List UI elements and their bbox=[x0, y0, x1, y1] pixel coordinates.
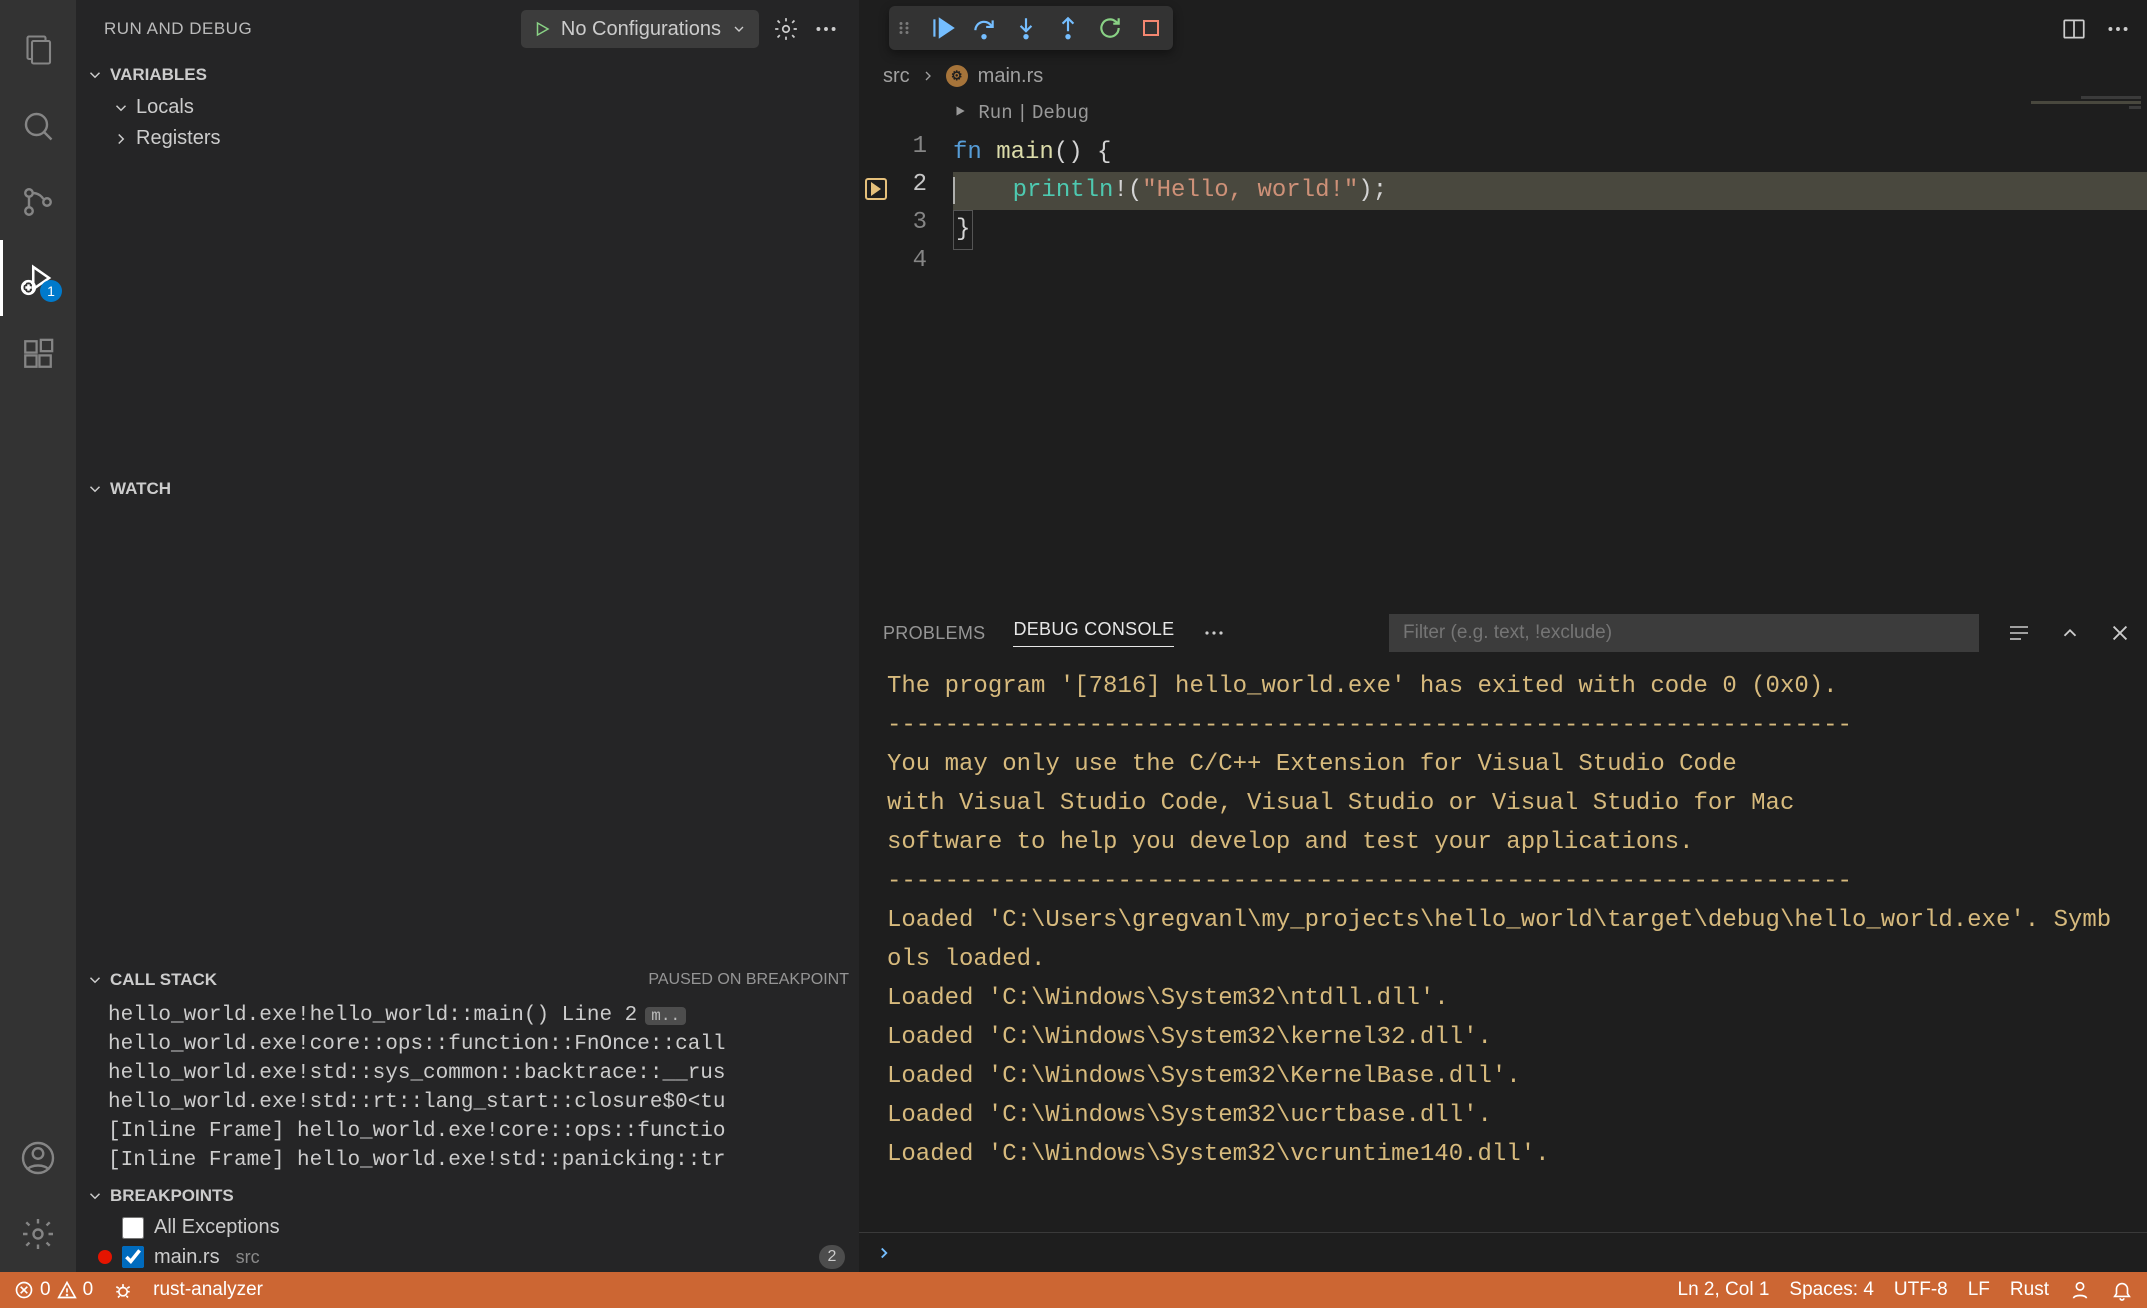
settings-gear-icon[interactable] bbox=[0, 1196, 76, 1272]
all-exceptions-checkbox[interactable] bbox=[122, 1217, 144, 1239]
status-language[interactable]: Rust bbox=[2010, 1279, 2049, 1301]
chevron-up-icon[interactable] bbox=[2059, 622, 2081, 644]
sidebar-title: RUN AND DEBUG bbox=[104, 19, 252, 39]
debug-badge: 1 bbox=[40, 280, 62, 302]
chevron-down-icon bbox=[731, 21, 747, 37]
stop-button[interactable] bbox=[1139, 16, 1163, 40]
accounts-icon[interactable] bbox=[0, 1120, 76, 1196]
variables-registers[interactable]: Registers bbox=[76, 123, 859, 154]
word-wrap-icon[interactable] bbox=[2007, 621, 2031, 645]
drag-grip-icon[interactable] bbox=[895, 16, 913, 40]
code-line[interactable]: fn main() { bbox=[953, 134, 2147, 172]
current-execution-icon bbox=[865, 178, 887, 200]
callstack-frame[interactable]: [Inline Frame] hello_world.exe!core::ops… bbox=[76, 1117, 859, 1146]
console-filter-input[interactable] bbox=[1389, 614, 1979, 652]
debug-toolbar[interactable] bbox=[889, 6, 1173, 50]
split-editor-icon[interactable] bbox=[2061, 16, 2087, 42]
source-control-icon[interactable] bbox=[0, 164, 76, 240]
step-into-button[interactable] bbox=[1013, 15, 1039, 41]
explorer-icon[interactable] bbox=[0, 12, 76, 88]
line-numbers: 1 2 3 4 bbox=[893, 94, 953, 606]
debug-console-input[interactable] bbox=[859, 1232, 2147, 1272]
editor-group: src ⚙ main.rs 1 2 3 4 Run|Debug bbox=[859, 0, 2147, 1272]
callstack-list: hello_world.exe!hello_world::main() Line… bbox=[76, 997, 859, 1179]
code-line-current[interactable]: println!("Hello, world!"); bbox=[953, 172, 2147, 210]
variables-section-header[interactable]: VARIABLES bbox=[76, 58, 859, 92]
close-panel-icon[interactable] bbox=[2109, 622, 2131, 644]
callstack-frame[interactable]: hello_world.exe!std::rt::lang_start::clo… bbox=[76, 1088, 859, 1117]
watch-section-header[interactable]: WATCH bbox=[76, 472, 859, 506]
status-eol[interactable]: LF bbox=[1968, 1279, 1990, 1301]
bottom-panel: PROBLEMS DEBUG CONSOLE The program '[781… bbox=[859, 606, 2147, 1272]
callstack-frame[interactable]: [Inline Frame] hello_world.exe!std::pani… bbox=[76, 1146, 859, 1175]
status-errors[interactable]: 0 0 bbox=[14, 1279, 93, 1301]
editor-more-icon[interactable] bbox=[2105, 16, 2131, 42]
tab-debug-console[interactable]: DEBUG CONSOLE bbox=[1013, 619, 1174, 647]
breakpoint-line-badge: 2 bbox=[819, 1245, 845, 1269]
breakpoint-item[interactable]: main.rs src 2 bbox=[76, 1242, 859, 1272]
debug-config-dropdown[interactable]: No Configurations bbox=[521, 10, 759, 48]
run-debug-sidebar: RUN AND DEBUG No Configurations VARIABLE… bbox=[76, 0, 859, 1272]
callstack-frame[interactable]: hello_world.exe!core::ops::function::FnO… bbox=[76, 1030, 859, 1059]
status-lncol[interactable]: Ln 2, Col 1 bbox=[1678, 1279, 1770, 1301]
minimap[interactable] bbox=[1997, 94, 2147, 606]
debug-console-output[interactable]: The program '[7816] hello_world.exe' has… bbox=[859, 659, 2147, 1232]
start-debugging-icon[interactable] bbox=[533, 20, 551, 38]
variables-locals[interactable]: Locals bbox=[76, 92, 859, 123]
callstack-frame[interactable]: hello_world.exe!std::sys_common::backtra… bbox=[76, 1059, 859, 1088]
search-icon[interactable] bbox=[0, 88, 76, 164]
run-debug-icon[interactable]: 1 bbox=[0, 240, 76, 316]
status-encoding[interactable]: UTF-8 bbox=[1894, 1279, 1948, 1301]
status-feedback-icon[interactable] bbox=[2069, 1279, 2091, 1301]
code-line[interactable]: } bbox=[953, 210, 2147, 250]
status-rust-analyzer[interactable]: rust-analyzer bbox=[153, 1279, 263, 1301]
gear-icon[interactable] bbox=[773, 16, 799, 42]
status-spaces[interactable]: Spaces: 4 bbox=[1789, 1279, 1874, 1301]
status-debug-target[interactable] bbox=[113, 1280, 133, 1300]
extensions-icon[interactable] bbox=[0, 316, 76, 392]
more-icon[interactable] bbox=[813, 16, 839, 42]
restart-button[interactable] bbox=[1097, 15, 1123, 41]
codelens-run-debug[interactable]: Run|Debug bbox=[953, 94, 2147, 134]
panel-more-icon[interactable] bbox=[1202, 621, 1226, 645]
rust-file-icon: ⚙ bbox=[946, 65, 968, 87]
tab-problems[interactable]: PROBLEMS bbox=[883, 623, 985, 644]
callstack-frame[interactable]: hello_world.exe!hello_world::main() Line… bbox=[76, 1001, 859, 1030]
step-out-button[interactable] bbox=[1055, 15, 1081, 41]
code-line[interactable] bbox=[953, 250, 2147, 288]
breadcrumb[interactable]: src ⚙ main.rs bbox=[859, 58, 2147, 94]
code-editor[interactable]: 1 2 3 4 Run|Debug fn main() { println!("… bbox=[859, 94, 2147, 606]
continue-button[interactable] bbox=[929, 15, 955, 41]
activity-bar: 1 bbox=[0, 0, 76, 1272]
breakpoint-dot-icon bbox=[98, 1250, 112, 1264]
status-bell-icon[interactable] bbox=[2111, 1279, 2133, 1301]
sidebar-header: RUN AND DEBUG No Configurations bbox=[76, 0, 859, 58]
callstack-section-header[interactable]: CALL STACK PAUSED ON BREAKPOINT bbox=[76, 963, 859, 997]
callstack-status: PAUSED ON BREAKPOINT bbox=[648, 971, 849, 989]
status-bar: 0 0 rust-analyzer Ln 2, Col 1 Spaces: 4 … bbox=[0, 1272, 2147, 1308]
breakpoints-section-header[interactable]: BREAKPOINTS bbox=[76, 1179, 859, 1213]
breakpoint-all-exceptions[interactable]: All Exceptions bbox=[76, 1213, 859, 1242]
breakpoint-checkbox[interactable] bbox=[122, 1246, 144, 1268]
step-over-button[interactable] bbox=[971, 15, 997, 41]
